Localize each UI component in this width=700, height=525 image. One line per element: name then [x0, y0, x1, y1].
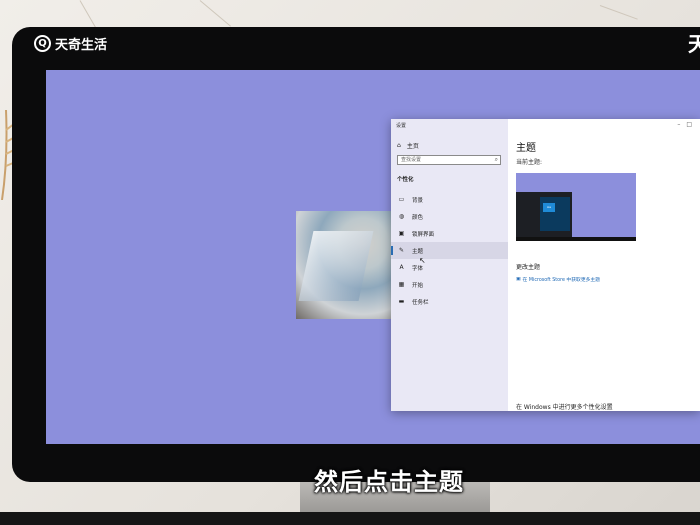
nav-item-label: 背景: [412, 197, 424, 204]
window-controls: –□: [677, 121, 698, 128]
photo-scene: Q 天奇生活 天 设置 ⌂ 主页 查找设置 ⌕ 个性化 ▭ 背景 ◍ 颜色 ▣ …: [0, 0, 700, 525]
nav-list: ▭ 背景 ◍ 颜色 ▣ 锁屏界面 ✎ 主题 A 字体 ▦ 开始 ▬ 任务栏: [391, 191, 508, 310]
window-title: 设置: [396, 123, 407, 129]
brand-name: 天奇生活: [55, 38, 108, 53]
store-icon: ▣: [516, 277, 521, 282]
preview-window: Aa: [516, 192, 572, 239]
decor-line: [599, 5, 638, 20]
font-icon: A: [399, 264, 404, 271]
bottom-band: [0, 512, 700, 525]
nav-item-label: 开始: [412, 282, 424, 289]
settings-window: 设置 ⌂ 主页 查找设置 ⌕ 个性化 ▭ 背景 ◍ 颜色 ▣ 锁屏界面 ✎ 主题…: [391, 119, 700, 411]
settings-search-input[interactable]: 查找设置 ⌕: [397, 155, 501, 165]
nav-item-label: 主题: [412, 248, 424, 255]
nav-home-label: 主页: [406, 143, 419, 150]
mouse-cursor-icon: ↖: [419, 256, 426, 265]
nav-item-taskbar[interactable]: ▬ 任务栏: [391, 293, 508, 310]
brand-watermark: Q 天奇生活: [34, 34, 107, 53]
photo-content: [298, 231, 374, 301]
nav-home[interactable]: ⌂ 主页: [397, 141, 419, 150]
minimize-icon[interactable]: –: [677, 121, 686, 128]
preview-taskbar: [516, 237, 636, 241]
corner-watermark: 天: [688, 32, 700, 56]
nav-item-label: 任务栏: [412, 299, 429, 306]
start-icon: ▦: [398, 281, 405, 288]
search-placeholder: 查找设置: [401, 157, 422, 163]
search-icon[interactable]: ⌕: [495, 156, 498, 164]
nav-item-label: 锁屏界面: [412, 231, 435, 238]
nav-item-colors[interactable]: ◍ 颜色: [391, 208, 508, 225]
nav-item-background[interactable]: ▭ 背景: [391, 191, 508, 208]
more-personalization-link[interactable]: 在 Windows 中进行更多个性化设置: [516, 402, 613, 411]
maximize-icon[interactable]: □: [686, 121, 698, 128]
video-caption: 然后点击主题: [314, 468, 464, 496]
page-title: 主题: [516, 143, 536, 154]
theme-preview: Aa: [516, 173, 636, 241]
taskbar-icon: ▬: [398, 298, 405, 305]
picture-icon: ▭: [398, 196, 405, 203]
nav-item-themes[interactable]: ✎ 主题: [391, 242, 508, 259]
nav-section-title: 个性化: [397, 177, 414, 183]
lock-screen-icon: ▣: [398, 230, 405, 237]
brand-logo-icon: Q: [34, 35, 51, 52]
palette-icon: ◍: [398, 213, 405, 220]
nav-item-fonts[interactable]: A 字体: [391, 259, 508, 276]
home-icon: ⌂: [397, 142, 401, 149]
nav-item-label: 颜色: [412, 214, 424, 221]
desktop-screen: 设置 ⌂ 主页 查找设置 ⌕ 个性化 ▭ 背景 ◍ 颜色 ▣ 锁屏界面 ✎ 主题…: [46, 70, 700, 444]
desktop-photo-window: [296, 211, 392, 319]
decor-line: [199, 0, 231, 27]
nav-item-lock-screen[interactable]: ▣ 锁屏界面: [391, 225, 508, 242]
preview-app: Aa: [540, 197, 570, 231]
theme-icon: ✎: [398, 247, 405, 254]
store-link-text: 在 Microsoft Store 中获取更多主题: [522, 278, 601, 283]
settings-main-pane: –□ 主题 当前主题: Aa 更改主题 ▣ 在 Microsoft Store …: [508, 119, 700, 411]
settings-nav-pane: 设置 ⌂ 主页 查找设置 ⌕ 个性化 ▭ 背景 ◍ 颜色 ▣ 锁屏界面 ✎ 主题…: [391, 119, 508, 411]
change-theme-heading: 更改主题: [516, 264, 541, 271]
current-theme-label: 当前主题:: [516, 159, 543, 166]
nav-item-start[interactable]: ▦ 开始: [391, 276, 508, 293]
preview-tile: Aa: [543, 203, 555, 212]
microsoft-store-link[interactable]: ▣ 在 Microsoft Store 中获取更多主题: [516, 276, 600, 283]
